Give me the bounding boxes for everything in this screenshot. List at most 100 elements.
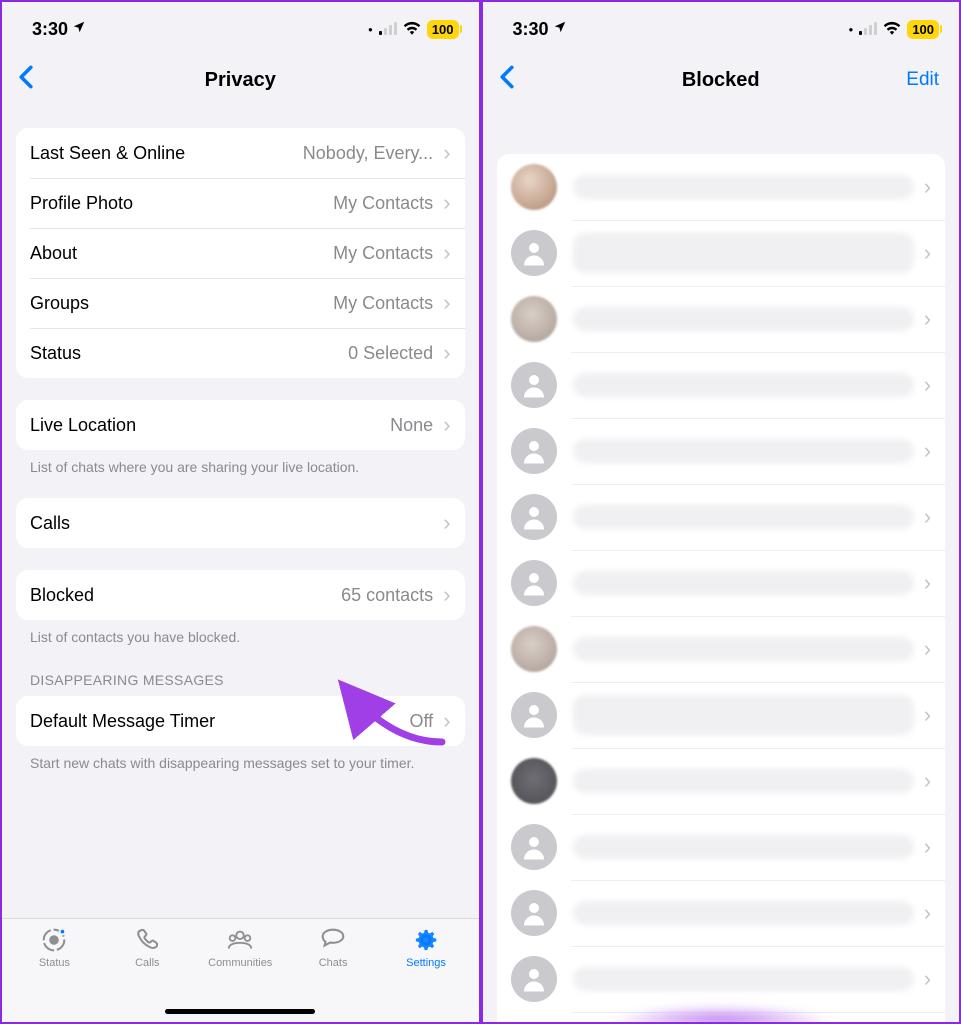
tab-label: Status [39,957,70,969]
status-bar: 3:30 ● 100 [2,2,479,48]
blocked-contact-row[interactable]: › [497,154,946,220]
live-location-group: Live Location None › [16,400,465,450]
blocked-contact-row[interactable]: › [497,880,946,946]
chevron-right-icon: › [924,308,931,330]
row-status[interactable]: Status 0 Selected › [16,328,465,378]
tab-label: Communities [208,957,272,969]
avatar [511,626,557,672]
row-label: Blocked [30,585,94,606]
blocked-contact-row[interactable]: › [497,616,946,682]
blocked-contact-row[interactable]: › [497,418,946,484]
location-icon [72,20,86,38]
tab-chats[interactable]: Chats [293,925,373,1022]
chevron-right-icon: › [924,902,931,924]
chevron-right-icon: › [924,440,931,462]
avatar [511,362,557,408]
privacy-group-1: Last Seen & Online Nobody, Every... › Pr… [16,128,465,378]
chevron-right-icon: › [924,506,931,528]
chevron-right-icon: › [443,242,450,264]
blocked-contact-row[interactable]: › [497,682,946,748]
status-time: 3:30 [513,19,549,40]
chevron-right-icon: › [924,176,931,198]
dot-icon: ● [848,25,853,34]
row-value: 65 contacts [94,585,443,606]
avatar [511,758,557,804]
row-label: About [30,243,77,264]
avatar [511,824,557,870]
chevron-right-icon: › [443,292,450,314]
tab-label: Calls [135,957,159,969]
row-groups[interactable]: Groups My Contacts › [16,278,465,328]
avatar [511,296,557,342]
redacted-contact-name [573,233,914,273]
battery-indicator: 100 [907,20,939,39]
blocked-list[interactable]: › › › › [483,112,960,1022]
blocked-contact-row[interactable]: › [497,352,946,418]
row-value: Nobody, Every... [185,143,443,164]
chevron-right-icon: › [443,414,450,436]
chevron-right-icon: › [924,638,931,660]
row-profile-photo[interactable]: Profile Photo My Contacts › [16,178,465,228]
tab-bar: Status Calls Communities Chats Settings [2,918,479,1022]
back-button[interactable] [493,65,553,95]
edit-button[interactable]: Edit [889,69,949,91]
status-bar: 3:30 ● 100 [483,2,960,48]
row-last-seen[interactable]: Last Seen & Online Nobody, Every... › [16,128,465,178]
redacted-contact-name [573,505,914,529]
page-title: Privacy [72,69,409,92]
redacted-contact-name [573,439,914,463]
blocked-contact-row[interactable]: › [497,220,946,286]
nav-header: Privacy [2,52,479,108]
blocked-contact-row[interactable]: › [497,946,946,1012]
blocked-contact-row[interactable]: › [497,550,946,616]
dot-icon: ● [368,25,373,34]
tab-status[interactable]: Status [14,925,94,1022]
chevron-right-icon: › [924,836,931,858]
chevron-right-icon: › [443,342,450,364]
redacted-contact-name [573,373,914,397]
avatar [511,230,557,276]
disappearing-footer: Start new chats with disappearing messag… [16,746,465,772]
row-value: My Contacts [77,243,443,264]
blocked-contact-row[interactable]: › [497,484,946,550]
row-live-location[interactable]: Live Location None › [16,400,465,450]
chevron-right-icon: › [443,142,450,164]
cellular-signal-icon [379,23,397,35]
redacted-contact-name [573,307,914,331]
home-indicator[interactable] [165,1009,315,1014]
chevron-right-icon: › [924,704,931,726]
status-time: 3:30 [32,19,68,40]
chevron-right-icon: › [924,968,931,990]
row-label: Last Seen & Online [30,143,185,164]
tab-calls[interactable]: Calls [107,925,187,1022]
blocked-contacts-group: › › › › [497,154,946,1022]
row-default-timer[interactable]: Default Message Timer Off › [16,696,465,746]
blocked-contact-row[interactable]: › [497,286,946,352]
settings-content[interactable]: Last Seen & Online Nobody, Every... › Pr… [2,112,479,1022]
row-label: Live Location [30,415,136,436]
chevron-right-icon: › [443,584,450,606]
tab-label: Settings [406,957,446,969]
blocked-contact-row[interactable]: › [497,814,946,880]
tab-communities[interactable]: Communities [200,925,280,1022]
blocked-contact-row[interactable]: › [497,748,946,814]
avatar [511,956,557,1002]
avatar [511,164,557,210]
redacted-contact-name [573,175,914,199]
chevron-right-icon: › [924,374,931,396]
back-button[interactable] [12,65,72,95]
row-about[interactable]: About My Contacts › [16,228,465,278]
calls-group: Calls › [16,498,465,548]
privacy-screen: 3:30 ● 100 Privacy [2,2,479,1022]
wifi-icon [403,21,421,40]
row-calls[interactable]: Calls › [16,498,465,548]
location-icon [553,20,567,38]
row-blocked[interactable]: Blocked 65 contacts › [16,570,465,620]
chevron-right-icon: › [443,192,450,214]
redacted-contact-name [573,967,914,991]
blocked-screen: 3:30 ● 100 Blocked Edit [483,2,960,1022]
tab-settings[interactable]: Settings [386,925,466,1022]
row-label: Profile Photo [30,193,133,214]
row-label: Calls [30,513,70,534]
redacted-contact-name [573,769,914,793]
